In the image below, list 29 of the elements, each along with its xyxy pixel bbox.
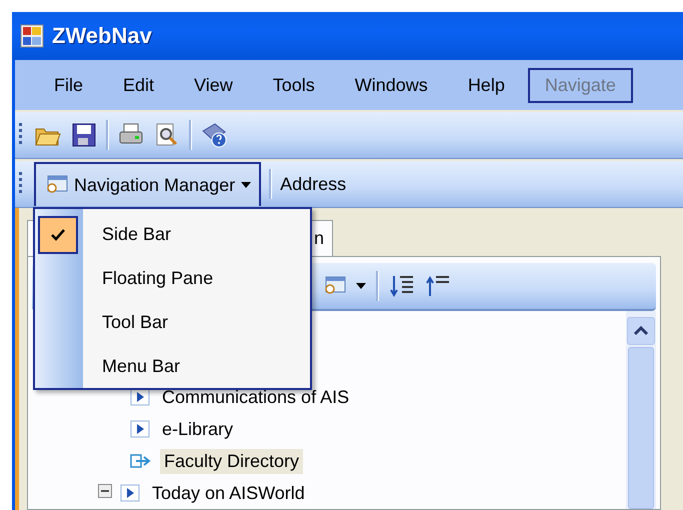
checkmark-icon	[50, 228, 66, 242]
menu-option[interactable]: Side Bar	[102, 224, 172, 246]
tree-item[interactable]: Today on AISWorld	[148, 480, 309, 506]
play-page-icon	[120, 484, 140, 502]
collapse-icon[interactable]	[98, 484, 112, 498]
menu-item[interactable]: Edit	[106, 68, 172, 102]
menu-item[interactable]: Windows	[338, 68, 445, 102]
play-page-icon	[130, 420, 150, 438]
save-icon[interactable]	[70, 121, 98, 149]
menu-item[interactable]: View	[177, 68, 250, 102]
tree-item[interactable]: Faculty Directory	[160, 448, 304, 474]
expand-all-icon[interactable]	[389, 273, 415, 299]
menu-option[interactable]: Floating Pane	[102, 268, 214, 290]
menu-item[interactable]: Help	[450, 68, 522, 102]
menu-option[interactable]: Menu Bar	[102, 356, 180, 377]
tree-item[interactable]: e-Library	[158, 416, 238, 442]
menu-item[interactable]: Tools	[256, 68, 332, 102]
window-title: ZWebNav	[52, 23, 152, 49]
caret-icon	[356, 283, 366, 289]
caret-icon	[241, 182, 252, 188]
help-book-icon[interactable]	[200, 121, 228, 149]
arrow-box-icon	[130, 452, 152, 470]
app-icon	[20, 24, 44, 48]
scrollbar[interactable]	[626, 311, 656, 509]
address-label: Address	[280, 174, 346, 194]
collapse-all-icon[interactable]	[425, 273, 451, 299]
menu-option[interactable]: Tool Bar	[102, 312, 168, 333]
navigation-manager-dropdown[interactable]: Navigation Manager	[34, 162, 262, 206]
menu-item[interactable]: File	[37, 68, 100, 102]
